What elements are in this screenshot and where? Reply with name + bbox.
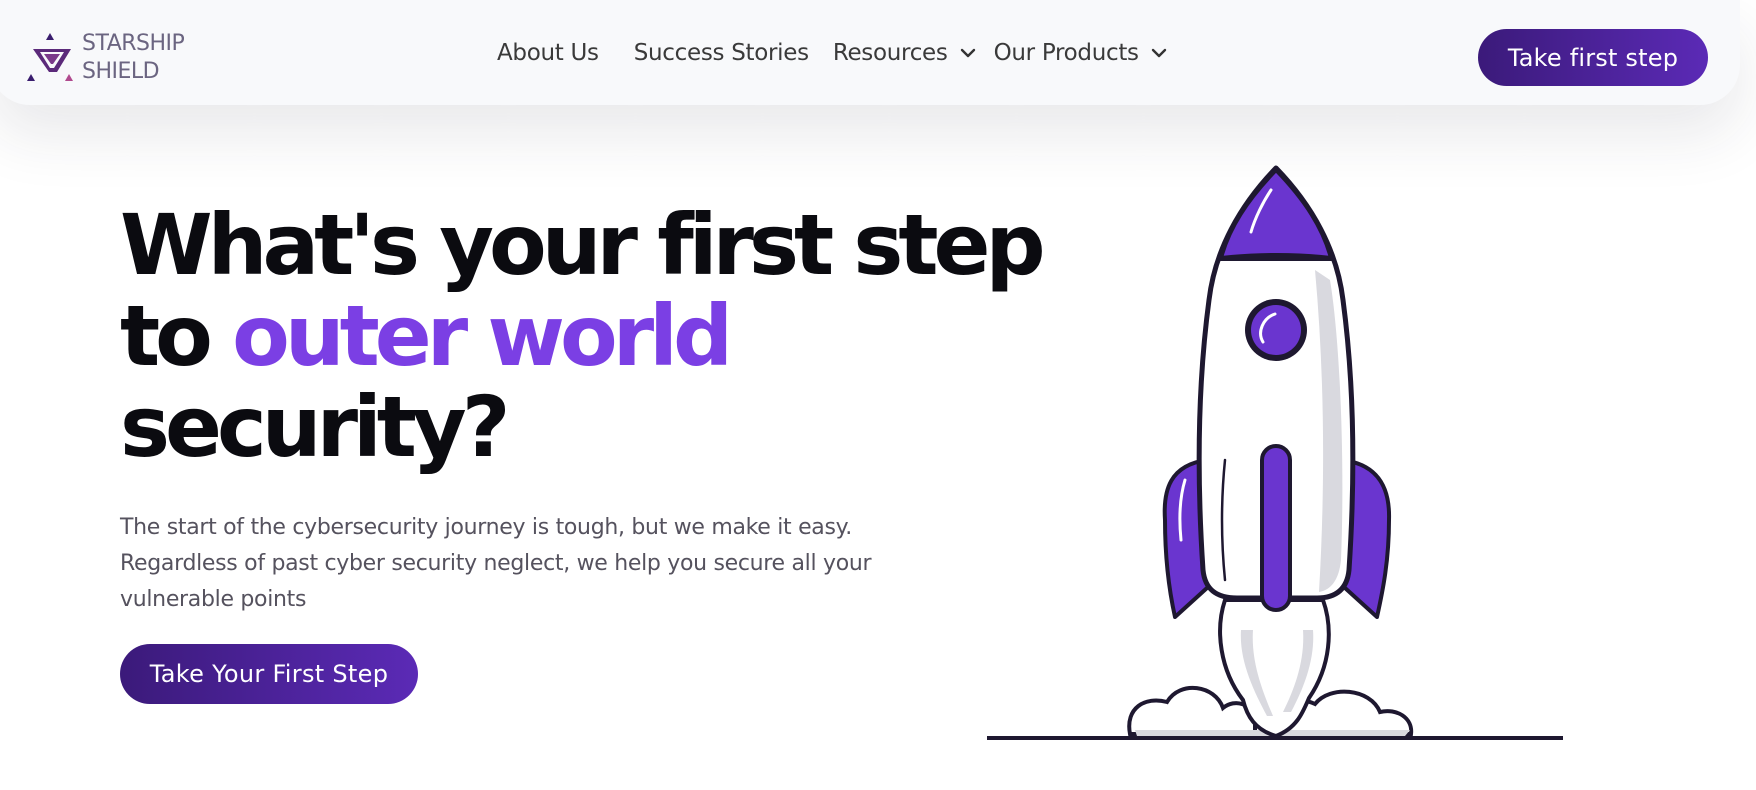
brand-name-line2: SHIELD	[82, 59, 160, 84]
rocket-illustration	[987, 165, 1563, 740]
nav-item-label: Success Stories	[633, 40, 809, 66]
nav-item-label: Resources	[832, 40, 948, 66]
nav-item-success-stories[interactable]: Success Stories	[634, 40, 809, 66]
brand-logo[interactable]: STARSHIP SHIELD	[24, 30, 185, 86]
hero-description: The start of the cybersecurity journey i…	[120, 515, 872, 612]
nav-item-about-us[interactable]: About Us	[497, 40, 599, 66]
starship-shield-logo-icon	[27, 33, 73, 81]
headline-line3: security?	[120, 378, 510, 476]
page: STARSHIP SHIELD About Us Success Stories…	[0, 0, 1756, 790]
main-nav: About Us Success Stories Resources Our P…	[497, 40, 1167, 66]
chevron-down-icon	[1151, 48, 1166, 58]
nav-item-label: Our Products	[993, 40, 1139, 66]
take-first-step-button[interactable]: Take first step	[1478, 29, 1708, 86]
brand-name-line1: STARSHIP	[82, 31, 185, 56]
site-header: STARSHIP SHIELD About Us Success Stories…	[0, 0, 1740, 105]
nav-item-resources[interactable]: Resources	[833, 40, 976, 66]
brand-name: STARSHIP SHIELD	[82, 30, 185, 86]
chevron-down-icon	[960, 48, 975, 58]
hero-headline: What's your first step to outer world se…	[120, 200, 1046, 476]
take-your-first-step-button[interactable]: Take Your First Step	[120, 644, 418, 704]
headline-accent: outer world	[232, 287, 733, 385]
nav-item-label: About Us	[497, 40, 599, 66]
headline-line2-prefix: to	[120, 287, 213, 385]
nav-item-our-products[interactable]: Our Products	[994, 40, 1167, 66]
headline-line1: What's your first step	[120, 196, 1046, 294]
